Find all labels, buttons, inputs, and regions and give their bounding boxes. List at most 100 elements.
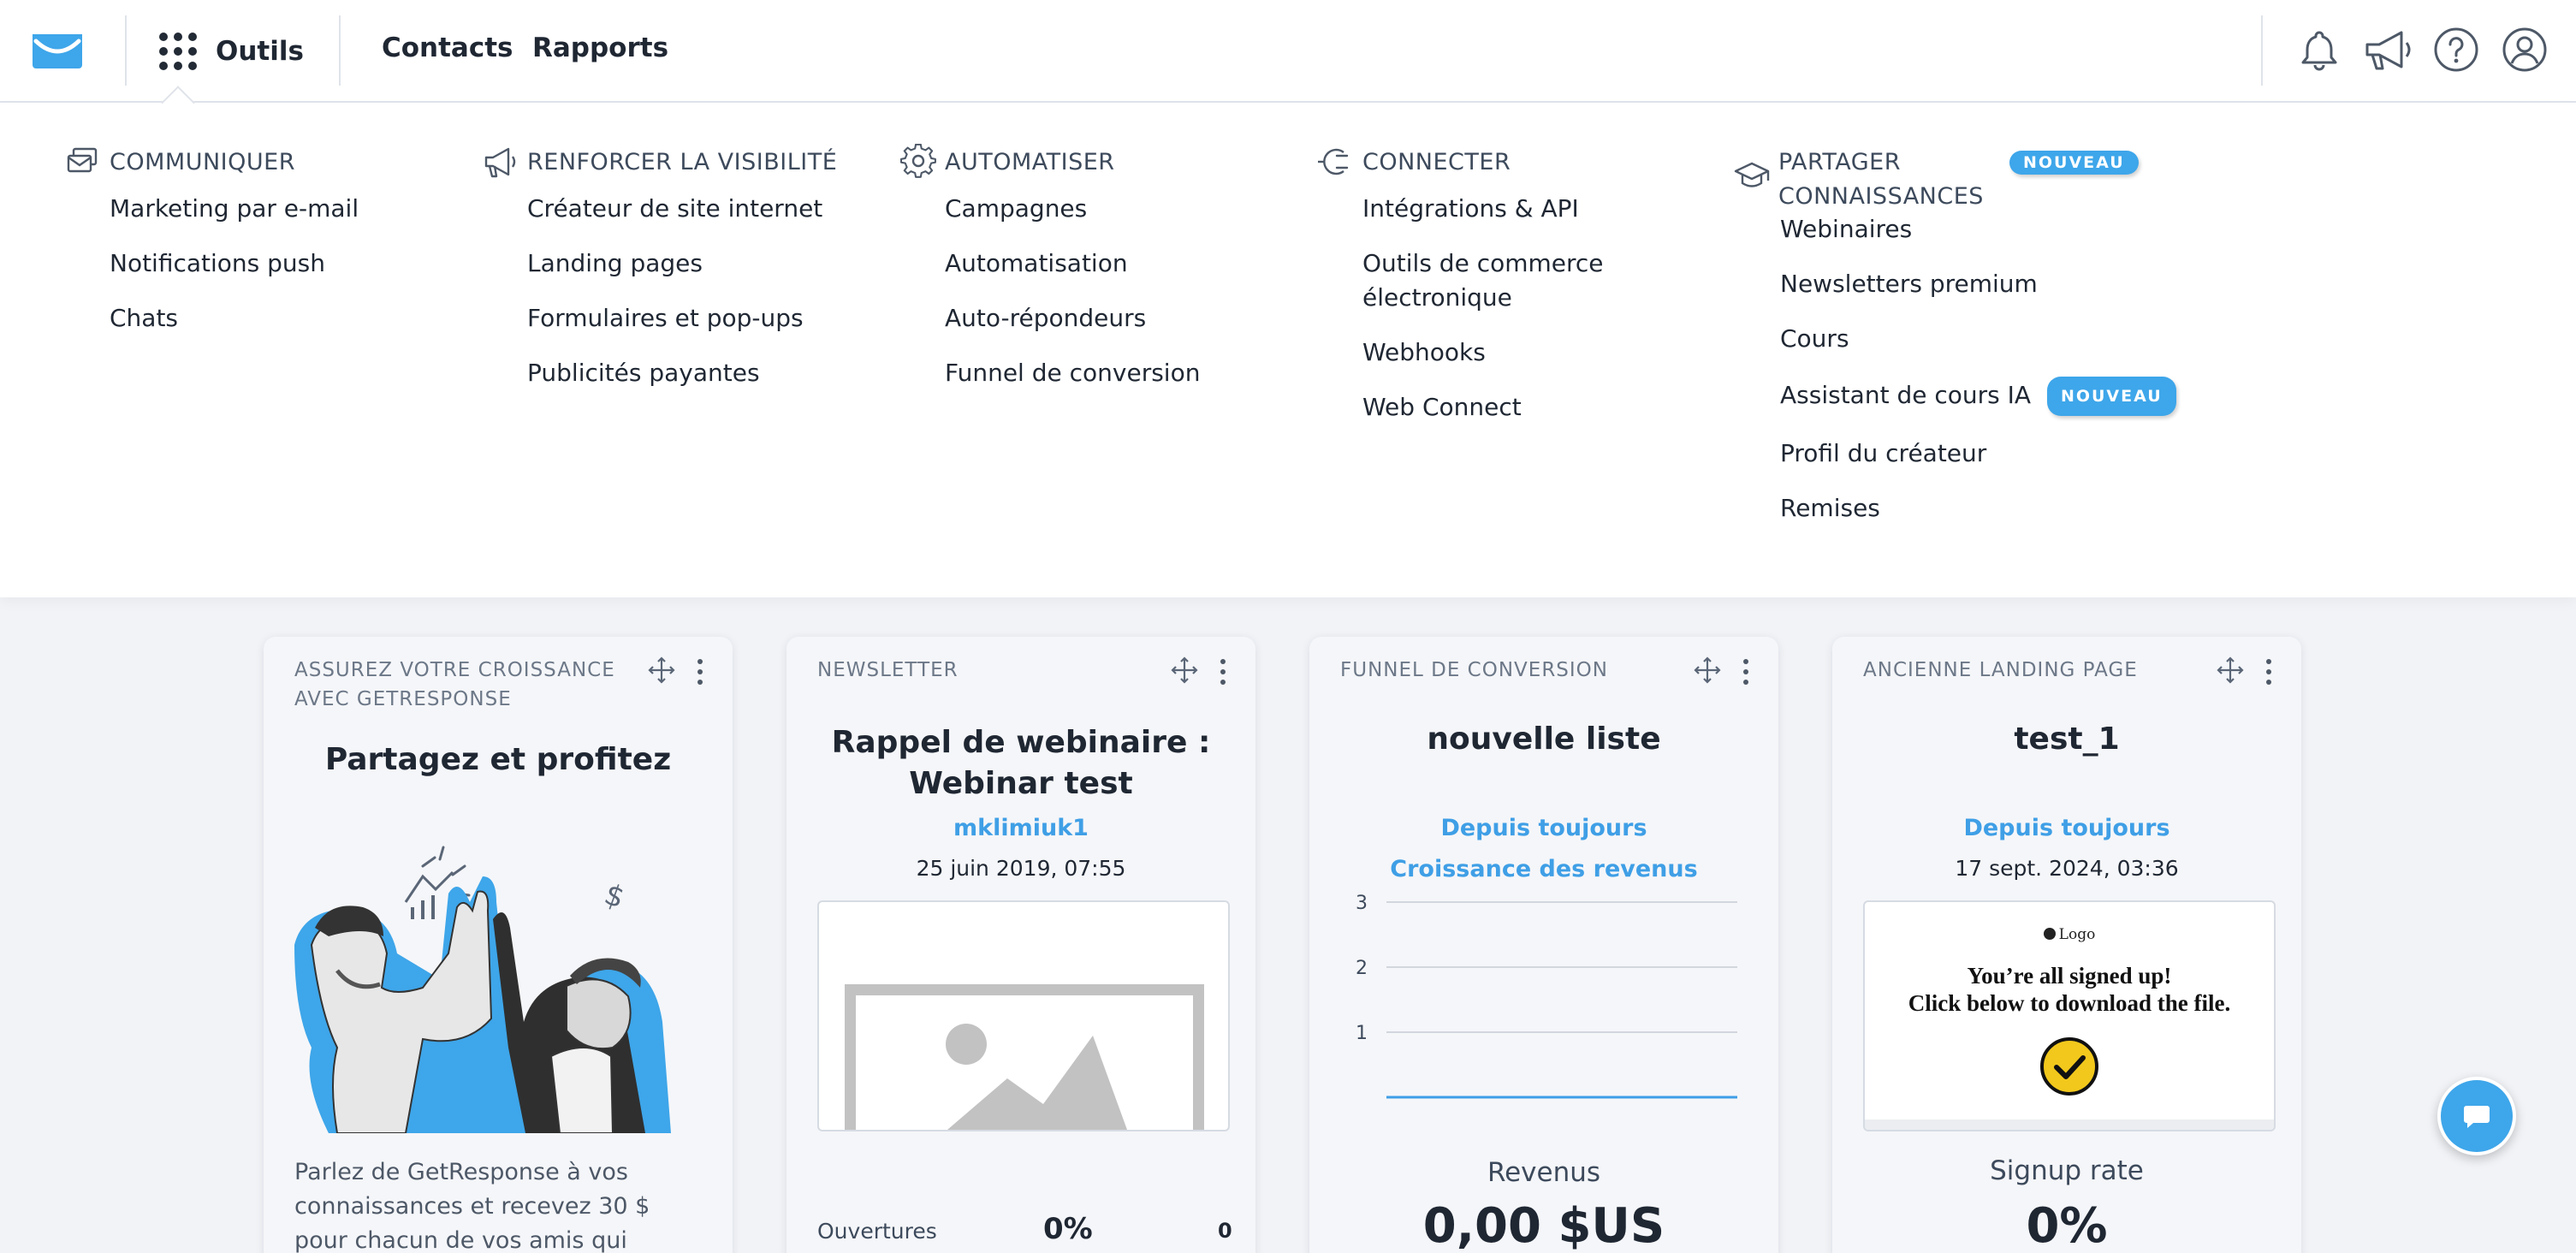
apps-grid-icon [159, 33, 197, 70]
menu-item-ecommerce-tools[interactable]: Outils de commerce électronique [1362, 246, 1619, 315]
graduation-cap-icon [1734, 162, 1770, 187]
plug-icon [1318, 148, 1349, 175]
metric-value: 0% [2026, 1198, 2108, 1253]
nav-reports[interactable]: Rapports [532, 33, 668, 63]
card-options-kebab-icon[interactable] [690, 657, 710, 686]
tools-menu-button[interactable]: Outils [159, 29, 304, 74]
menu-column-title: PARTAGER CONNAISSANCES [1778, 149, 1984, 210]
menu-item-ai-course-assistant[interactable]: Assistant de cours IA NOUVEAU [1780, 377, 2176, 416]
card-eyebrow: ANCIENNE LANDING PAGE [1863, 659, 2138, 681]
revenue-growth-chart: 123déc. 2024déc. 2025 [1356, 893, 1738, 1099]
chat-support-button[interactable] [2437, 1077, 2516, 1155]
menu-column-title: RENFORCER LA VISIBILITÉ [527, 149, 838, 175]
chart-y-tick-label: 2 [1356, 958, 1368, 979]
menu-column-automate: AUTOMATISER Campagnes Automatisation Aut… [900, 144, 1200, 411]
referral-widget-card: ASSUREZ VOTRE CROISSANCE AVEC GETRESPONS… [264, 637, 733, 1253]
card-body-text: Parlez de GetResponse à vos connaissance… [294, 1159, 650, 1253]
newsletter-preview-thumbnail[interactable] [817, 900, 1230, 1131]
menu-item-webinars[interactable]: Webinaires [1780, 212, 2176, 246]
menu-item-website-builder[interactable]: Créateur de site internet [527, 192, 837, 226]
metric-label: Revenus [1487, 1157, 1601, 1188]
opens-count: 0 [1218, 1219, 1232, 1243]
card-title: Rappel de webinaire : Webinar test [831, 725, 1211, 801]
chart-y-tick-label: 1 [1356, 1023, 1368, 1044]
period-filter-link[interactable]: Depuis toujours [1309, 815, 1778, 841]
menu-item-email-marketing[interactable]: Marketing par e-mail [110, 192, 359, 226]
announcements-megaphone-icon[interactable] [2364, 26, 2417, 74]
menu-column-visibility: RENFORCER LA VISIBILITÉ Créateur de site… [483, 145, 837, 411]
menu-item-integrations-api[interactable]: Intégrations & API [1362, 192, 1619, 226]
preview-footer-strip [1865, 1119, 2274, 1130]
card-options-kebab-icon[interactable] [1213, 657, 1233, 686]
checkmark-circle-icon [2040, 1037, 2098, 1096]
opens-label: Ouvertures [817, 1219, 937, 1244]
header-divider [2261, 15, 2263, 86]
top-navigation-bar: Outils Contacts Rapports [0, 0, 2576, 103]
svg-text:$: $ [600, 877, 629, 916]
drag-move-icon[interactable] [2216, 656, 2245, 685]
metric-label: Signup rate [1990, 1155, 2144, 1186]
menu-item-automation[interactable]: Automatisation [945, 246, 1200, 281]
newsletter-author-link[interactable]: mklimiuk1 [786, 815, 1255, 841]
new-badge: NOUVEAU [2046, 377, 2176, 416]
menu-item-web-connect[interactable]: Web Connect [1362, 390, 1619, 425]
menu-item-autoresponders[interactable]: Auto-répondeurs [945, 301, 1200, 336]
menu-item-conversion-funnel[interactable]: Funnel de conversion [945, 356, 1200, 390]
nav-contacts[interactable]: Contacts [382, 33, 513, 63]
menu-item-label: Assistant de cours IA [1780, 381, 2032, 409]
conversion-funnel-widget-card: FUNNEL DE CONVERSION nouvelle liste Depu… [1309, 637, 1778, 1253]
newsletter-date: 25 juin 2019, 07:55 [916, 856, 1126, 881]
landing-page-date: 17 sept. 2024, 03:36 [1955, 856, 2179, 881]
menu-item-landing-pages[interactable]: Landing pages [527, 246, 837, 281]
high-five-illustration: $ $ [294, 846, 671, 1133]
card-eyebrow: FUNNEL DE CONVERSION [1340, 659, 1608, 681]
drag-move-icon[interactable] [1693, 656, 1722, 685]
tools-mega-menu: COMMUNIQUER Marketing par e-mail Notific… [0, 103, 2576, 597]
chart-y-tick-label: 3 [1356, 893, 1368, 914]
card-options-kebab-icon[interactable] [1736, 657, 1756, 686]
legacy-landing-page-widget-card: ANCIENNE LANDING PAGE test_1 Depuis touj… [1832, 637, 2301, 1253]
card-options-kebab-icon[interactable] [2258, 657, 2279, 686]
gear-icon [900, 144, 936, 178]
new-badge: NOUVEAU [2009, 151, 2139, 175]
menu-item-campaigns[interactable]: Campagnes [945, 192, 1200, 226]
card-title: test_1 [2014, 722, 2120, 757]
menu-column-title: AUTOMATISER [945, 149, 1115, 175]
card-eyebrow: ASSUREZ VOTRE CROISSANCE AVEC GETRESPONS… [294, 659, 615, 710]
period-filter-link[interactable]: Depuis toujours [1832, 815, 2301, 841]
preview-heading: You’re all signed up! Click below to dow… [1908, 963, 2231, 1016]
header-divider [339, 15, 341, 86]
menu-item-chats[interactable]: Chats [110, 301, 359, 336]
metric-value: 0,00 $US [1422, 1198, 1665, 1253]
chat-bubble-icon [2464, 1106, 2490, 1128]
drag-move-icon[interactable] [1170, 656, 1199, 685]
preview-logo: Logo [1865, 926, 2274, 943]
menu-item-push-notifications[interactable]: Notifications push [110, 246, 359, 281]
image-placeholder-icon [845, 984, 1204, 1130]
menu-item-courses[interactable]: Cours [1780, 322, 2176, 356]
user-profile-icon[interactable] [2501, 26, 2549, 74]
landing-page-preview-thumbnail[interactable]: Logo You’re all signed up! Click below t… [1863, 900, 2276, 1131]
menu-item-paid-ads[interactable]: Publicités payantes [527, 356, 837, 390]
menu-item-webhooks[interactable]: Webhooks [1362, 336, 1619, 370]
menu-column-connect: CONNECTER Intégrations & API Outils de c… [1318, 145, 1619, 445]
menu-column-title: CONNECTER [1362, 149, 1511, 175]
help-question-icon[interactable] [2432, 26, 2480, 74]
menu-item-creator-profile[interactable]: Profil du créateur [1780, 436, 2176, 471]
card-eyebrow: NEWSLETTER [817, 659, 959, 681]
menu-item-forms-popups[interactable]: Formulaires et pop-ups [527, 301, 837, 336]
menu-item-discounts[interactable]: Remises [1780, 491, 2176, 526]
chart-selector-link[interactable]: Croissance des revenus [1309, 856, 1778, 882]
getresponse-logo-icon[interactable] [31, 33, 84, 70]
menu-column-share-knowledge: PARTAGER CONNAISSANCES NOUVEAU Webinaire… [1734, 145, 2176, 546]
notifications-bell-icon[interactable] [2295, 26, 2343, 74]
card-title: Partagez et profitez [324, 742, 672, 777]
drag-move-icon[interactable] [647, 656, 676, 685]
opens-rate: 0% [1043, 1212, 1093, 1246]
menu-column-communicate: COMMUNIQUER Marketing par e-mail Notific… [65, 145, 359, 356]
menu-item-premium-newsletters[interactable]: Newsletters premium [1780, 267, 2176, 301]
tools-menu-label: Outils [216, 36, 304, 67]
card-title: nouvelle liste [1427, 722, 1661, 757]
megaphone-icon [484, 147, 516, 178]
menu-column-title: COMMUNIQUER [110, 149, 295, 175]
